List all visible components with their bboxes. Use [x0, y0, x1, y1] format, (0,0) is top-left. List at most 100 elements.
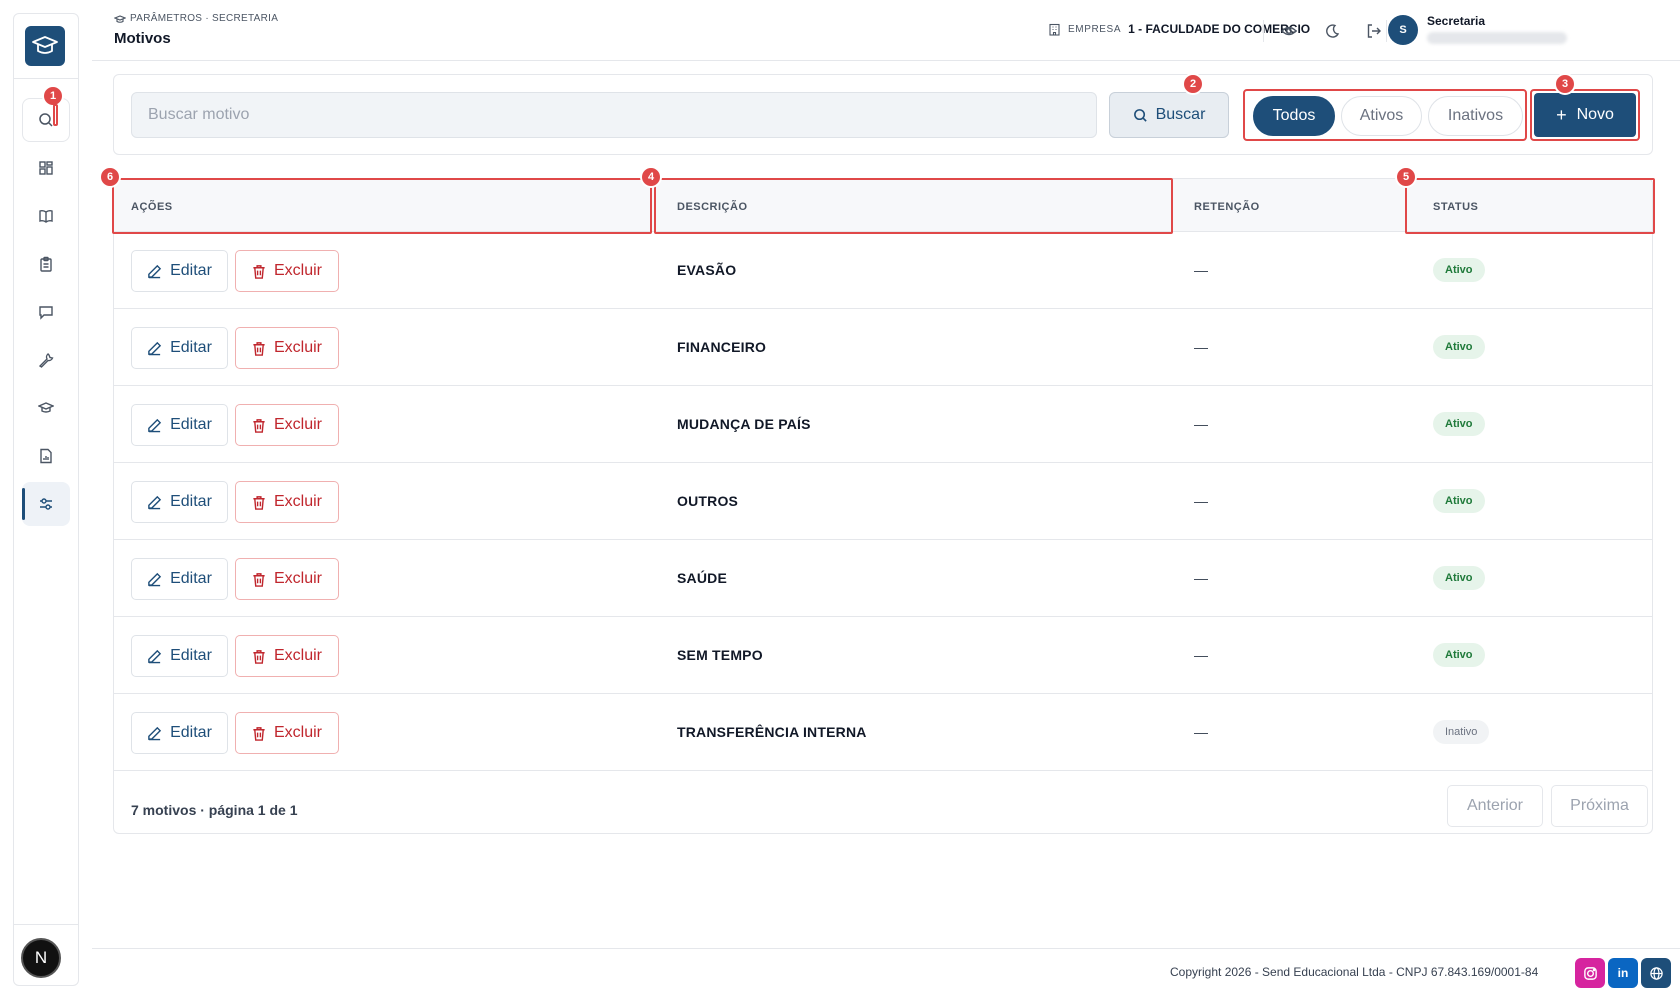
instagram-link[interactable] [1575, 958, 1605, 988]
delete-label: Excluir [273, 416, 322, 433]
delete-label: Excluir [273, 262, 322, 279]
marker-4: 4 [640, 166, 662, 188]
table-row: Editar Excluir TRANSFERÊNCIA INTERNA — I… [114, 694, 1652, 771]
cell-descricao: SAÚDE [677, 570, 728, 586]
status-filter-group: Todos Ativos Inativos [1243, 89, 1527, 141]
app-logo[interactable] [25, 26, 65, 66]
table-row: Editar Excluir SEM TEMPO — Ativo [114, 617, 1652, 694]
new-button-highlight: + Novo [1530, 89, 1640, 141]
status-badge: Inativo [1433, 720, 1490, 744]
search-input[interactable] [131, 92, 1097, 138]
edit-label: Editar [170, 262, 212, 279]
cell-descricao: MUDANÇA DE PAÍS [677, 416, 811, 432]
graduation-cap-small-icon [114, 14, 126, 23]
highlight-descricao-column [654, 178, 1173, 234]
cell-retencao: — [1194, 262, 1208, 278]
delete-button[interactable]: Excluir [235, 635, 339, 677]
delete-button[interactable]: Excluir [235, 327, 339, 369]
motivos-table: AÇÕES DESCRIÇÃO RETENÇÃO STATUS Editar E… [113, 178, 1653, 834]
edit-button[interactable]: Editar [131, 481, 228, 523]
delete-button[interactable]: Excluir [235, 712, 339, 754]
pencil-icon [148, 572, 162, 586]
pencil-icon [148, 341, 162, 355]
edit-button[interactable]: Editar [131, 558, 228, 600]
delete-button[interactable]: Excluir [235, 558, 339, 600]
pencil-icon [148, 418, 162, 432]
sidebar-item-parameters[interactable] [22, 482, 70, 526]
delete-button[interactable]: Excluir [235, 481, 339, 523]
status-badge: Ativo [1433, 643, 1485, 667]
footer-divider [92, 948, 1680, 949]
delete-label: Excluir [273, 570, 322, 587]
edit-label: Editar [170, 339, 212, 356]
website-link[interactable] [1641, 958, 1671, 988]
column-header-retencao[interactable]: RETENÇÃO [1194, 201, 1260, 213]
sidebar-item-tools[interactable] [22, 338, 70, 382]
bottom-avatar[interactable]: N [21, 938, 61, 978]
sidebar-item-enrollments[interactable] [22, 242, 70, 286]
cell-retencao: — [1194, 724, 1208, 740]
edit-button[interactable]: Editar [131, 712, 228, 754]
trash-icon [253, 341, 265, 356]
sidebar-divider [14, 78, 78, 79]
graduation-cap-icon [38, 402, 54, 413]
edit-button[interactable]: Editar [131, 327, 228, 369]
company-selector[interactable]: EMPRESA 1 - FACULDADE DO COMERCIO [1048, 22, 1310, 36]
sidebar-item-academic[interactable] [22, 386, 70, 430]
sidebar-item-courses[interactable] [22, 194, 70, 238]
user-avatar[interactable]: S [1388, 15, 1418, 45]
filter-ativos[interactable]: Ativos [1341, 96, 1422, 136]
cell-descricao: OUTROS [677, 493, 739, 509]
sliders-icon [40, 498, 52, 510]
filter-inativos[interactable]: Inativos [1428, 96, 1523, 136]
copyright-text: Copyright 2026 - Send Educacional Ltda -… [1170, 965, 1539, 979]
header-divider-2 [1386, 20, 1387, 42]
theme-toggle[interactable] [1321, 20, 1343, 42]
search-icon [39, 113, 53, 127]
pencil-icon [148, 264, 162, 278]
cell-retencao: — [1194, 570, 1208, 586]
cell-descricao: SEM TEMPO [677, 647, 763, 663]
edit-button[interactable]: Editar [131, 404, 228, 446]
edit-label: Editar [170, 570, 212, 587]
new-button[interactable]: + Novo [1534, 93, 1636, 137]
edit-button[interactable]: Editar [131, 635, 228, 677]
moon-icon [1326, 24, 1340, 38]
filter-todos[interactable]: Todos [1253, 96, 1335, 136]
delete-label: Excluir [273, 724, 322, 741]
eye-icon [1281, 26, 1297, 36]
pencil-icon [148, 495, 162, 509]
top-header: PARÂMETROS · SECRETARIA Motivos EMPRESA … [92, 0, 1680, 61]
cell-retencao: — [1194, 647, 1208, 663]
trash-icon [253, 418, 265, 433]
sidebar-item-dashboard[interactable] [22, 146, 70, 190]
building-icon [1049, 23, 1060, 36]
cell-retencao: — [1194, 493, 1208, 509]
sidebar-item-messages[interactable] [22, 290, 70, 334]
header-divider [1263, 20, 1264, 42]
delete-label: Excluir [273, 647, 322, 664]
delete-button[interactable]: Excluir [235, 404, 339, 446]
status-badge: Ativo [1433, 489, 1485, 513]
delete-button[interactable]: Excluir [235, 250, 339, 292]
trash-icon [253, 264, 265, 279]
breadcrumb-text: PARÂMETROS · SECRETARIA [130, 13, 279, 24]
previous-page-button[interactable]: Anterior [1447, 785, 1543, 827]
edit-label: Editar [170, 416, 212, 433]
search-toolbar: Buscar Todos Ativos Inativos + Novo [113, 74, 1653, 155]
marker-6: 6 [99, 166, 121, 188]
visibility-toggle[interactable] [1278, 20, 1300, 42]
next-page-button[interactable]: Próxima [1551, 785, 1648, 827]
marker-5: 5 [1395, 166, 1417, 188]
search-button[interactable]: Buscar [1109, 92, 1229, 138]
linkedin-icon: in [1617, 966, 1629, 980]
logout-button[interactable] [1363, 20, 1385, 42]
edit-button[interactable]: Editar [131, 250, 228, 292]
cell-retencao: — [1194, 339, 1208, 355]
book-icon [39, 209, 53, 223]
sidebar-item-reports[interactable] [22, 434, 70, 478]
search-icon [1133, 108, 1147, 122]
linkedin-link[interactable]: in [1608, 958, 1638, 988]
sidebar: N [13, 13, 79, 986]
marker-2: 2 [1182, 73, 1204, 95]
